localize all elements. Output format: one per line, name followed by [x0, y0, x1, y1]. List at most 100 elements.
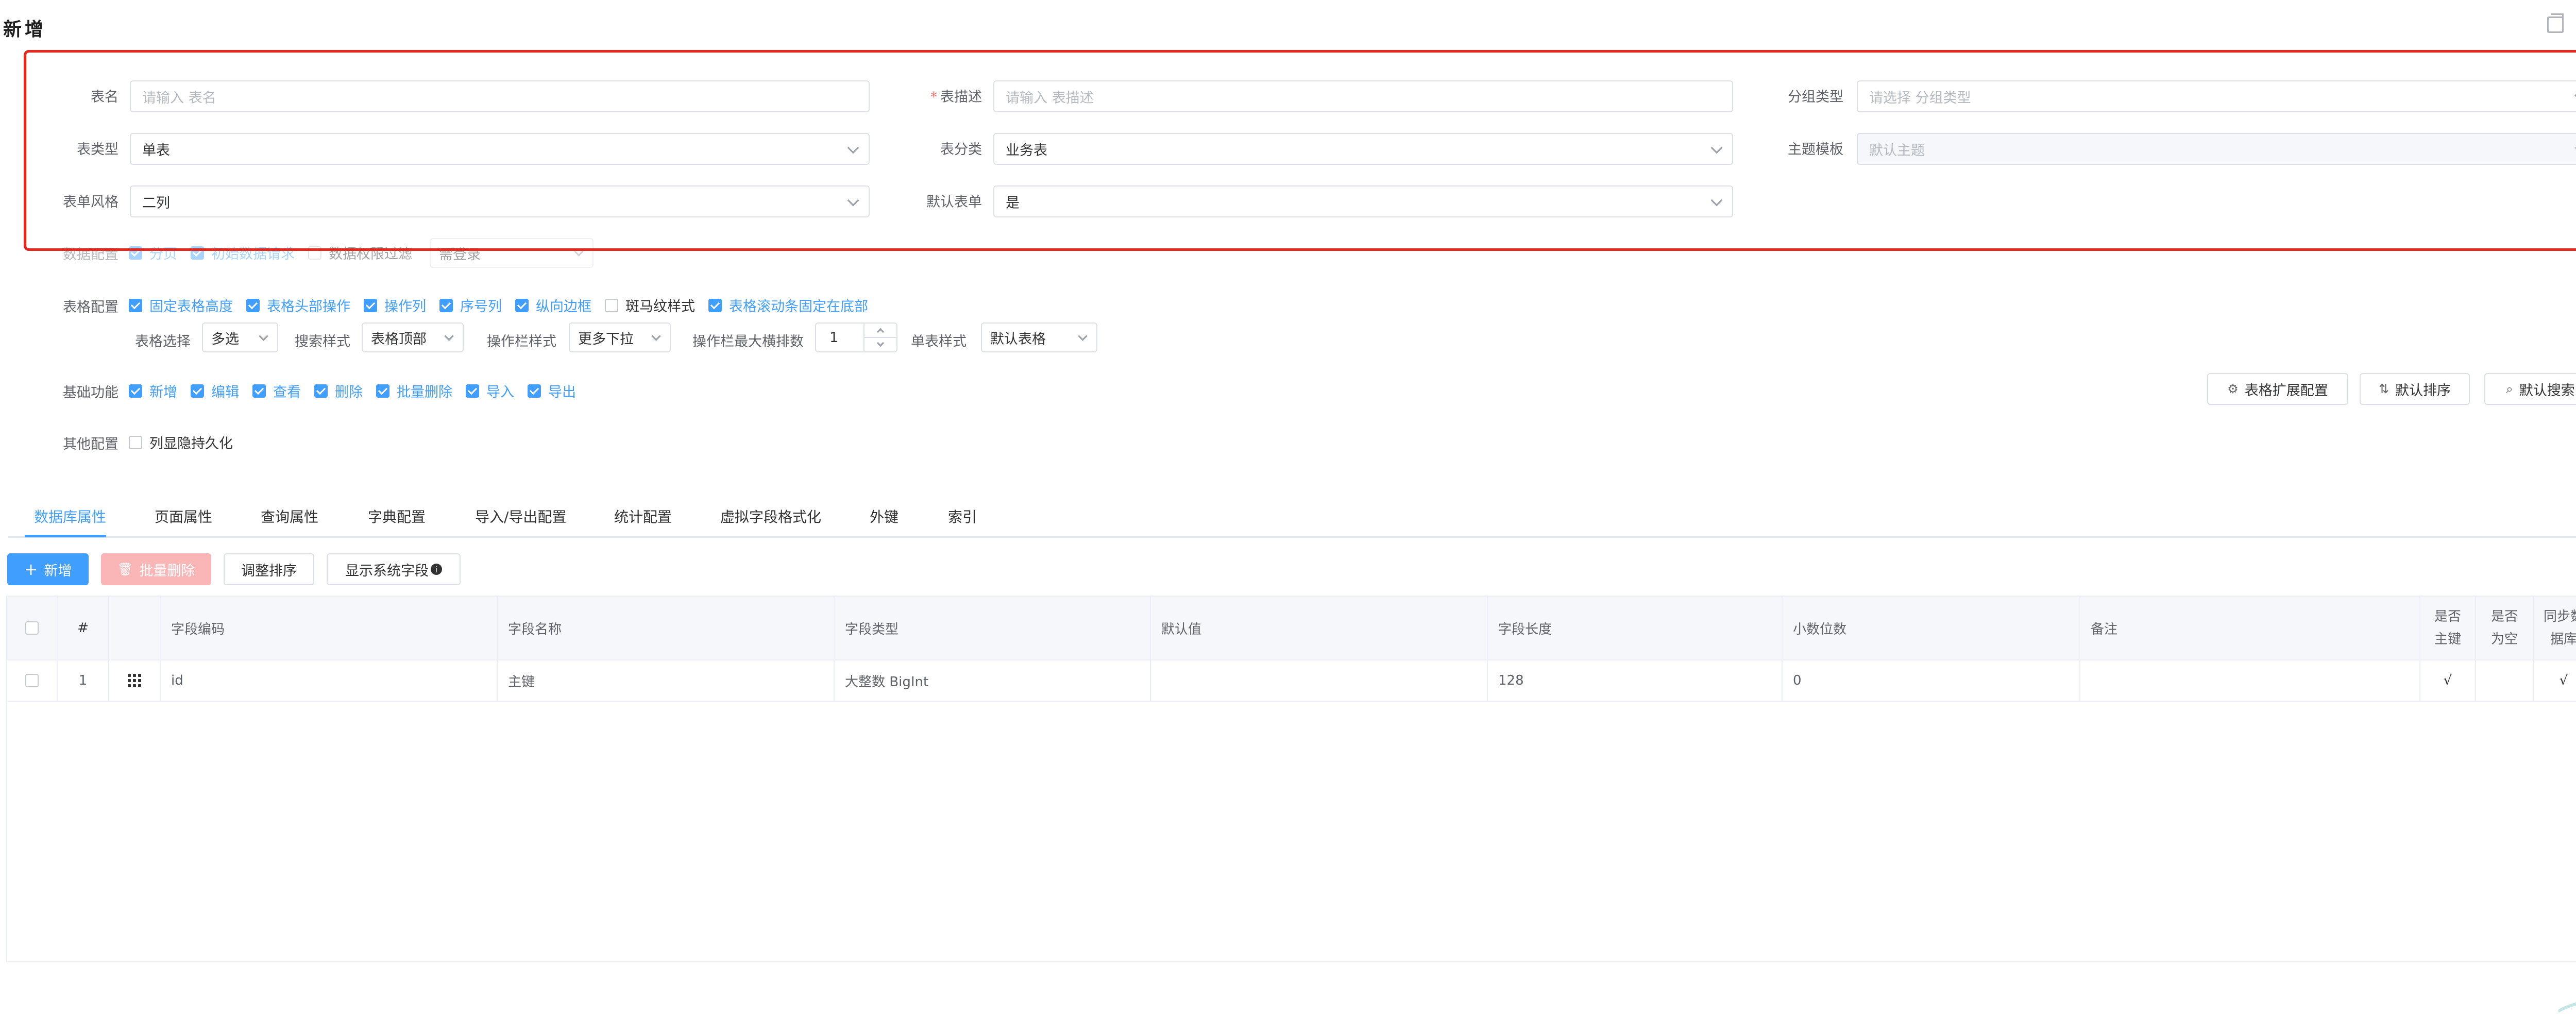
single-style-dropdown[interactable]: 默认表格: [981, 323, 1097, 352]
checkbox-column-persist[interactable]: 列显隐持久化: [129, 432, 233, 452]
checkbox-fixed-height[interactable]: 固定表格高度: [129, 295, 233, 315]
drag-handle-icon[interactable]: [128, 674, 141, 687]
checkbox-initial-request[interactable]: 初始数据请求: [191, 243, 295, 263]
cell-field-name[interactable]: 主键: [498, 660, 835, 701]
table-header: # 字段编码 字段名称 字段类型 默认值 字段长度 小数位数 备注 是否主键 是…: [7, 597, 2576, 660]
checkbox-stripe[interactable]: 斑马纹样式: [605, 295, 695, 315]
tab-stats-config[interactable]: 统计配置: [614, 506, 672, 527]
table-ext-config-button[interactable]: ⚙ 表格扩展配置: [2207, 373, 2348, 405]
add-field-button[interactable]: + 新增: [7, 553, 89, 585]
gear-icon: ⚙: [2227, 382, 2239, 396]
checkbox-index-column[interactable]: 序号列: [439, 295, 502, 315]
table-name-input[interactable]: 请输入 表名: [130, 80, 870, 112]
form-style-select[interactable]: 二列: [130, 185, 870, 217]
chevron-down-icon: [259, 331, 268, 341]
header-decimal: 小数位数: [1783, 597, 2080, 659]
select-all-checkbox[interactable]: [25, 621, 39, 635]
chevron-down-icon: [444, 331, 454, 341]
table-category-label: 表分类: [940, 142, 982, 158]
cell-sync-db[interactable]: √: [2534, 660, 2576, 701]
tab-import-export[interactable]: 导入/导出配置: [475, 506, 566, 527]
tab-dict-config[interactable]: 字典配置: [368, 506, 426, 527]
corner-decoration: [2558, 997, 2576, 1018]
other-config-options: 列显隐持久化: [129, 432, 246, 452]
cell-field-type[interactable]: 大整数 BigInt: [835, 660, 1151, 701]
header-field-code: 字段编码: [161, 597, 498, 659]
table-select-label: 表格选择: [135, 334, 191, 350]
header-drag: [109, 597, 161, 659]
show-system-fields-button[interactable]: 显示系统字段 i: [327, 553, 461, 585]
checkbox-vertical-border[interactable]: 纵向边框: [515, 295, 591, 315]
increment-icon[interactable]: [865, 324, 896, 337]
chevron-down-icon: [1710, 142, 1723, 154]
action-style-dropdown[interactable]: 更多下拉: [569, 323, 671, 352]
checkbox-header-actions[interactable]: 表格头部操作: [246, 295, 350, 315]
data-config-label: 数据配置: [63, 247, 118, 263]
header-field-type: 字段类型: [835, 597, 1151, 659]
window-controls: ✕: [2547, 13, 2576, 33]
table-row[interactable]: 1 id 主键 大整数 BigInt 128 0 √ √: [7, 660, 2576, 702]
default-form-select[interactable]: 是: [993, 185, 1733, 217]
tab-virtual-format[interactable]: 虚拟字段格式化: [720, 506, 821, 527]
checkbox-add[interactable]: 新增: [129, 381, 177, 401]
adjust-sort-button[interactable]: 调整排序: [224, 553, 314, 585]
select-all-cell: [7, 597, 58, 659]
table-name-label: 表名: [91, 89, 118, 105]
tab-index[interactable]: 索引: [948, 506, 977, 527]
cell-is-pk[interactable]: √: [2420, 660, 2476, 701]
checkbox-import[interactable]: 导入: [466, 381, 514, 401]
cell-nullable[interactable]: [2476, 660, 2534, 701]
chevron-down-icon: [1078, 331, 1088, 341]
checkbox-batch-delete[interactable]: 批量删除: [376, 381, 452, 401]
checkbox-view[interactable]: 查看: [252, 381, 301, 401]
cell-default-value[interactable]: [1151, 660, 1488, 701]
cell-field-length[interactable]: 128: [1488, 660, 1783, 701]
batch-delete-button[interactable]: 🗑 批量删除: [101, 553, 211, 585]
row-checkbox[interactable]: [25, 674, 39, 687]
table-type-select[interactable]: 单表: [130, 133, 870, 165]
action-max-stepper[interactable]: 1: [815, 323, 897, 352]
table-select-dropdown[interactable]: 多选: [202, 323, 278, 352]
checkbox-edit[interactable]: 编辑: [191, 381, 239, 401]
group-type-label: 分组类型: [1788, 89, 1843, 105]
cell-field-code[interactable]: id: [161, 660, 498, 701]
header-remark: 备注: [2080, 597, 2420, 659]
checkbox-delete[interactable]: 删除: [314, 381, 363, 401]
info-icon: i: [431, 564, 442, 575]
theme-template-select: 默认主题: [1857, 133, 2576, 165]
table-category-select[interactable]: 业务表: [993, 133, 1733, 165]
group-type-select[interactable]: 请选择 分组类型: [1857, 80, 2576, 112]
default-sort-button[interactable]: ⇅ 默认排序: [2360, 373, 2470, 405]
default-search-button[interactable]: ⌕ 默认搜索: [2484, 373, 2576, 405]
drag-handle-cell: [109, 660, 161, 701]
decrement-icon[interactable]: [865, 337, 896, 351]
chevron-down-icon: [1710, 194, 1723, 207]
tab-page-props[interactable]: 页面属性: [155, 506, 212, 527]
action-style-label: 操作栏样式: [487, 334, 556, 350]
checkbox-data-permission[interactable]: 数据权限过滤: [308, 243, 412, 263]
maximize-icon[interactable]: [2547, 13, 2564, 33]
header-nullable: 是否为空: [2476, 597, 2534, 659]
cell-decimal[interactable]: 0: [1783, 660, 2080, 701]
table-type-label: 表类型: [77, 142, 118, 158]
login-required-select[interactable]: 需登录: [430, 238, 594, 268]
search-style-label: 搜索样式: [295, 334, 350, 350]
tab-query-props[interactable]: 查询属性: [261, 506, 318, 527]
filter-search-icon: ⌕: [2506, 382, 2513, 396]
checkbox-export[interactable]: 导出: [528, 381, 576, 401]
chevron-down-icon: [847, 142, 859, 154]
cell-remark[interactable]: [2080, 660, 2420, 701]
table-config-label: 表格配置: [63, 299, 118, 315]
chevron-down-icon: [574, 247, 584, 257]
table-desc-label: * 表描述: [930, 89, 982, 105]
table-desc-input[interactable]: 请输入 表描述: [993, 80, 1733, 112]
checkbox-pagination[interactable]: 分页: [129, 243, 177, 263]
row-select-cell: [7, 660, 58, 701]
tab-database-props[interactable]: 数据库属性: [34, 506, 106, 527]
search-style-dropdown[interactable]: 表格顶部: [362, 323, 464, 352]
checkbox-sticky-scrollbar[interactable]: 表格滚动条固定在底部: [708, 295, 868, 315]
form-style-label: 表单风格: [63, 194, 118, 210]
tab-foreign-key[interactable]: 外键: [870, 506, 899, 527]
checkbox-action-column[interactable]: 操作列: [364, 295, 426, 315]
default-form-label: 默认表单: [926, 194, 982, 210]
